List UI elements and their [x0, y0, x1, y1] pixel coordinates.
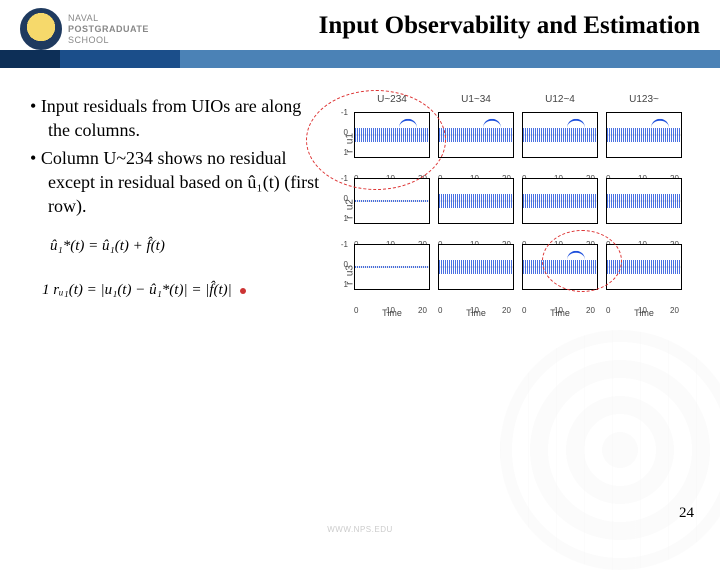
plot-area — [354, 178, 430, 224]
slide-body: Input residuals from UIOs are along the … — [0, 68, 720, 322]
plot-area — [438, 112, 514, 158]
plot-area — [522, 178, 598, 224]
col-title-2: U12~4 — [518, 94, 602, 110]
institution-logo-block: NAVAL POSTGRADUATE SCHOOL — [20, 8, 149, 50]
plot-area — [606, 244, 682, 290]
nps-seal-icon — [20, 8, 62, 50]
institution-name: NAVAL POSTGRADUATE SCHOOL — [68, 13, 149, 46]
plot-area — [522, 244, 598, 290]
slide-title: Input Observability and Estimation — [161, 8, 700, 40]
bullet-1: Input residuals from UIOs are along the … — [30, 94, 320, 142]
plot-area — [606, 178, 682, 224]
chart-row-0: r_u1 -10101020010200102001020 — [350, 110, 700, 176]
plot-area — [606, 112, 682, 158]
subplot: 01020 — [434, 110, 518, 176]
globe-watermark-icon — [500, 330, 720, 570]
subplot: 01020 — [434, 242, 518, 308]
text-column: Input residuals from UIOs are along the … — [30, 94, 320, 322]
page-number: 24 — [679, 505, 694, 522]
eq2-num: 1 — [42, 282, 50, 298]
plot-area — [354, 112, 430, 158]
subplot: -10101020 — [350, 176, 434, 242]
chart-grid: U~234 U1~34 U12~4 U123~ r_u1 -1010102001… — [330, 94, 700, 322]
header-gradient-band — [0, 50, 720, 68]
subplot: 01020 — [602, 176, 686, 242]
column-titles: U~234 U1~34 U12~4 U123~ — [350, 94, 700, 110]
subplot: 01020 — [518, 242, 602, 308]
y-ticks: -101 — [336, 176, 350, 222]
footer-url: WWW.NPS.EDU — [327, 525, 393, 534]
chart-row-2: r_u3 -10101020010200102001020 — [350, 242, 700, 308]
subplot: 01020 — [602, 110, 686, 176]
subplot: 01020 — [518, 176, 602, 242]
col-title-0: U~234 — [350, 94, 434, 110]
plot-area — [522, 112, 598, 158]
y-ticks: -101 — [336, 242, 350, 288]
inst-line1: NAVAL — [68, 13, 99, 23]
col-title-3: U123~ — [602, 94, 686, 110]
plot-area — [438, 244, 514, 290]
plot-area — [354, 244, 430, 290]
red-dot-icon — [240, 288, 246, 294]
chart-row-1: r_u2 -10101020010200102001020 — [350, 176, 700, 242]
bullet-2: Column U~234 shows no residual except in… — [30, 146, 320, 218]
equation-1: û₁*(t) = û₁(t) + f̂(t) — [30, 234, 320, 258]
y-ticks: -101 — [336, 110, 350, 156]
subplot: -10101020 — [350, 242, 434, 308]
col-title-1: U1~34 — [434, 94, 518, 110]
inst-line3: SCHOOL — [68, 35, 109, 45]
equation-2: 1 rᵤ₁(t) = |u₁(t) − û₁*(t)| = |f̂(t)| — [30, 278, 320, 302]
subplot: 01020 — [602, 242, 686, 308]
eq2-body: rᵤ₁(t) = |u₁(t) − û₁*(t)| = |f̂(t)| — [53, 282, 232, 298]
subplot: 01020 — [518, 110, 602, 176]
subplot: -10101020 — [350, 110, 434, 176]
subplot: 01020 — [434, 176, 518, 242]
inst-line2: POSTGRADUATE — [68, 24, 149, 34]
slide-header: NAVAL POSTGRADUATE SCHOOL Input Observab… — [0, 0, 720, 50]
plot-area — [438, 178, 514, 224]
